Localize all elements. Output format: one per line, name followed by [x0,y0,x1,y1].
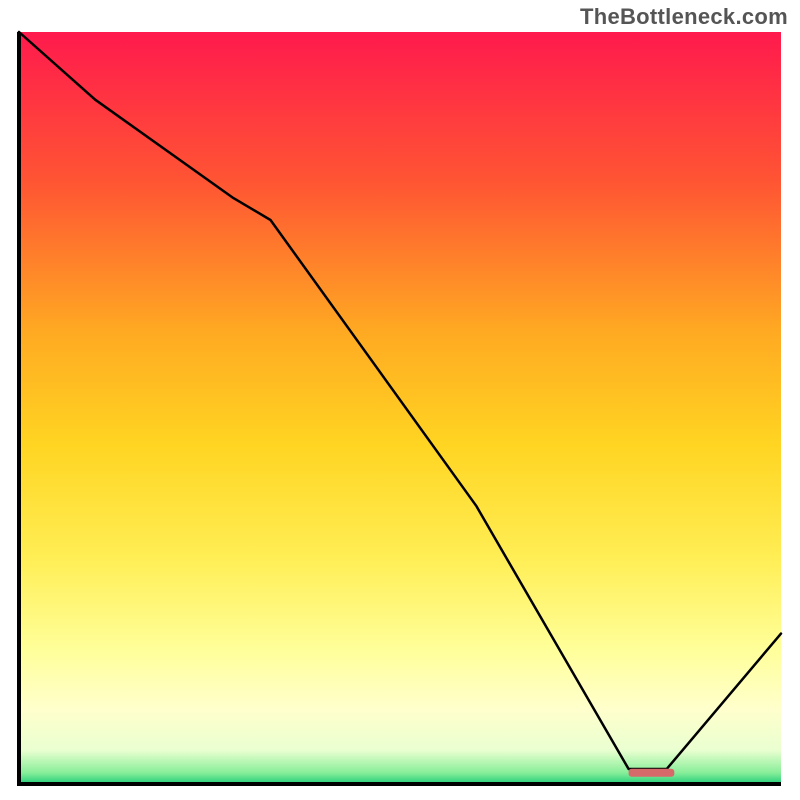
chart-background [19,32,781,784]
chart-svg [15,30,785,790]
plot-area [15,30,785,790]
watermark-text: TheBottleneck.com [580,4,788,30]
chart-container: TheBottleneck.com [0,0,800,800]
optimum-marker [629,769,675,777]
